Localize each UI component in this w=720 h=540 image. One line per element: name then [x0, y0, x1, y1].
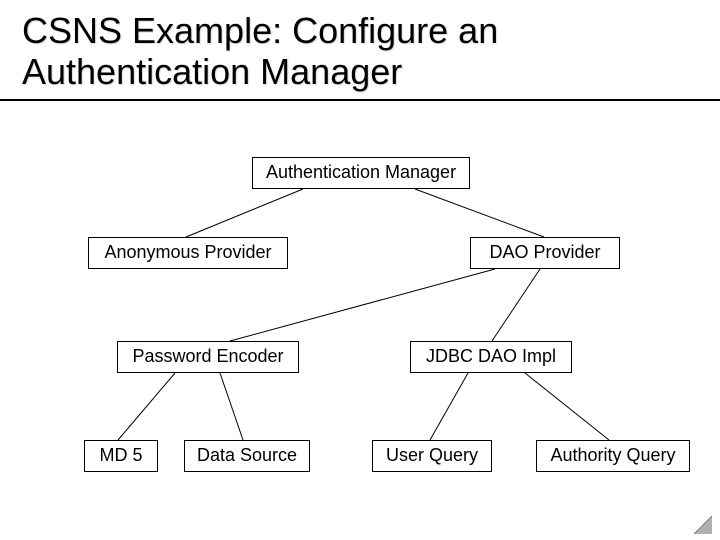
- slide-title: CSNS Example: Configure an Authenticatio…: [0, 0, 720, 101]
- node-data-source: Data Source: [184, 440, 310, 472]
- diagram-area: Authentication Manager Anonymous Provide…: [0, 101, 720, 531]
- node-authentication-manager: Authentication Manager: [252, 157, 470, 189]
- node-anonymous-provider: Anonymous Provider: [88, 237, 288, 269]
- node-user-query: User Query: [372, 440, 492, 472]
- node-authority-query: Authority Query: [536, 440, 690, 472]
- node-md5: MD 5: [84, 440, 158, 472]
- page-corner-icon: [694, 516, 712, 534]
- node-password-encoder: Password Encoder: [117, 341, 299, 373]
- node-jdbc-dao-impl: JDBC DAO Impl: [410, 341, 572, 373]
- node-dao-provider: DAO Provider: [470, 237, 620, 269]
